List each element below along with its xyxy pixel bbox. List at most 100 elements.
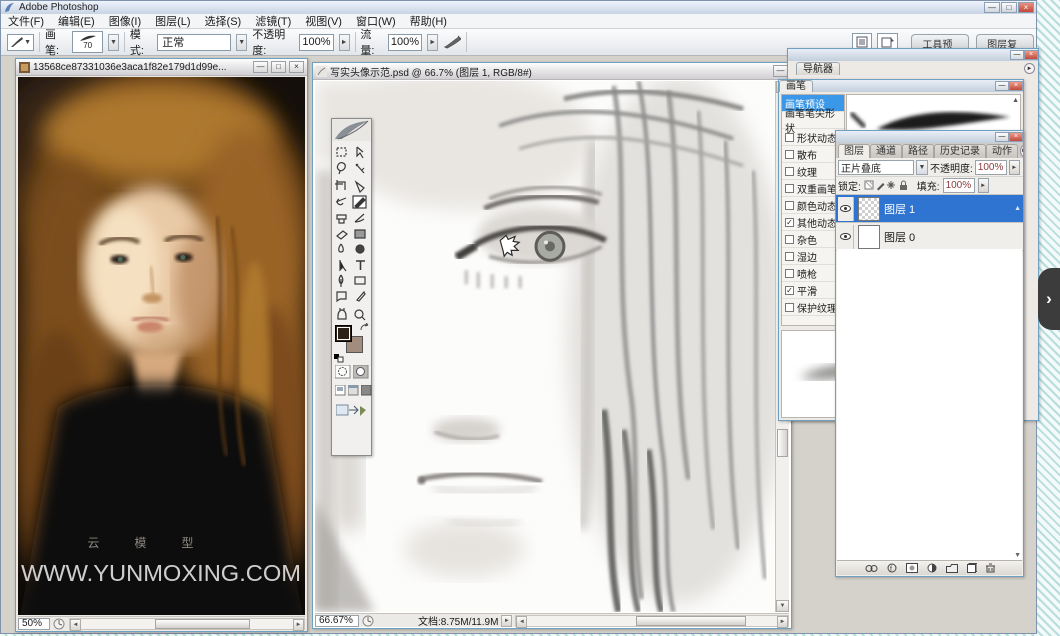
menu-item-file[interactable]: 文件(F) xyxy=(1,13,51,29)
next-chevron-overlay[interactable]: › xyxy=(1038,268,1060,330)
checkbox-icon[interactable] xyxy=(785,167,794,176)
tab-history[interactable]: 历史记录 xyxy=(934,144,986,158)
visibility-cell[interactable] xyxy=(838,225,854,249)
doc-close-icon[interactable]: × xyxy=(289,61,304,73)
checkbox-icon[interactable] xyxy=(785,184,794,193)
layers-titlebar[interactable]: — × xyxy=(836,131,1023,143)
panel-close-icon[interactable]: × xyxy=(1009,132,1023,142)
new-layer-icon[interactable] xyxy=(967,563,977,573)
checkbox-checked-icon[interactable] xyxy=(785,218,794,227)
foreground-color-swatch[interactable] xyxy=(335,325,352,342)
horizontal-scrollbar[interactable]: ◄ ► xyxy=(69,618,305,630)
flow-input[interactable]: 100% xyxy=(388,34,422,51)
standard-mode-icon[interactable] xyxy=(335,365,351,379)
checkbox-icon[interactable] xyxy=(785,269,794,278)
navigator-tab[interactable]: 导航器 xyxy=(796,62,840,75)
doc-minimize-icon[interactable]: — xyxy=(253,61,268,73)
reference-photo-canvas[interactable]: 云 模 型 WWW.YUNMOXING.COM xyxy=(18,77,305,615)
opacity-input[interactable]: 100% xyxy=(299,34,333,51)
imageready-jump-icon[interactable] xyxy=(336,403,368,419)
status-info-icon[interactable] xyxy=(53,618,66,630)
lock-icons[interactable] xyxy=(864,180,908,191)
painting-canvas[interactable] xyxy=(315,81,775,612)
scroll-down-icon[interactable]: ▼ xyxy=(1014,552,1021,559)
quickmask-mode-icon[interactable] xyxy=(353,365,369,379)
brushes-titlebar[interactable]: 画笔 — × xyxy=(779,80,1023,92)
vscroll-thumb[interactable] xyxy=(777,429,788,457)
fullscreen-menubar-icon[interactable] xyxy=(348,385,359,396)
delete-layer-icon[interactable] xyxy=(986,563,995,573)
painting-doc-titlebar[interactable]: 写实头像示范.psd @ 66.7% (图层 1, RGB/8#) — xyxy=(313,63,791,80)
horizontal-scrollbar[interactable]: ◄ ► xyxy=(515,615,789,627)
scroll-up-icon[interactable]: ▲ xyxy=(1014,205,1021,212)
fullscreen-icon[interactable] xyxy=(361,385,372,396)
mode-select-arrow-icon[interactable]: ▼ xyxy=(236,34,247,51)
tab-layers[interactable]: 图层 xyxy=(838,144,870,158)
doc-restore-icon[interactable]: □ xyxy=(271,61,286,73)
menu-item-help[interactable]: 帮助(H) xyxy=(403,13,454,29)
menu-item-view[interactable]: 视图(V) xyxy=(298,13,349,29)
status-menu-arrow-icon[interactable]: ► xyxy=(501,615,512,627)
menu-item-select[interactable]: 选择(S) xyxy=(198,13,249,29)
layer-row-selected[interactable]: 图层 1 ▲ xyxy=(836,195,1023,223)
panel-close-icon[interactable]: × xyxy=(1024,50,1038,60)
swap-colors-icon[interactable] xyxy=(359,323,371,333)
fill-arrow-icon[interactable]: ► xyxy=(978,178,989,193)
panel-menu-icon[interactable]: ► xyxy=(1024,63,1035,74)
checkbox-icon[interactable] xyxy=(785,235,794,244)
zoom-level-field[interactable]: 66.67% xyxy=(315,615,359,627)
brush-setting-row[interactable]: 画笔笔尖形状 xyxy=(782,112,844,129)
zoom-level-field[interactable]: 50% xyxy=(18,618,50,630)
scroll-up-icon[interactable]: ▲ xyxy=(1012,97,1019,104)
layer-row[interactable]: 图层 0 xyxy=(836,223,1023,251)
checkbox-icon[interactable] xyxy=(785,201,794,210)
layer-thumbnail[interactable] xyxy=(858,197,880,221)
visibility-cell[interactable] xyxy=(838,197,854,221)
brush-preview-picker[interactable]: 70 xyxy=(72,31,103,53)
layer-mask-icon[interactable] xyxy=(906,563,918,573)
tab-actions[interactable]: 动作 xyxy=(986,144,1018,158)
standard-screen-icon[interactable] xyxy=(335,385,346,396)
brush-picker-arrow-icon[interactable]: ▼ xyxy=(108,34,119,51)
doc-minimize-icon[interactable]: — xyxy=(773,65,788,77)
checkbox-icon[interactable] xyxy=(785,303,794,312)
brushes-tab[interactable]: 画笔 xyxy=(779,80,813,92)
panel-close-icon[interactable]: × xyxy=(1009,81,1023,91)
menu-item-layer[interactable]: 图层(L) xyxy=(148,13,197,29)
restore-icon[interactable]: □ xyxy=(1001,2,1017,13)
flow-slider-arrow-icon[interactable]: ► xyxy=(427,34,438,51)
blend-mode-select[interactable]: 正常 xyxy=(157,34,231,51)
adjustment-layer-icon[interactable] xyxy=(927,563,937,573)
app-title: Adobe Photoshop xyxy=(19,2,99,13)
minimize-icon[interactable]: — xyxy=(984,2,1000,13)
brush-tool-preset-button[interactable]: ▼ xyxy=(7,34,34,51)
close-icon[interactable]: × xyxy=(1018,2,1034,13)
airbrush-toggle-icon[interactable] xyxy=(443,34,461,50)
panel-menu-icon[interactable]: ► xyxy=(1020,145,1023,157)
layer-thumbnail[interactable] xyxy=(858,225,880,249)
checkbox-icon[interactable] xyxy=(785,150,794,159)
layer-style-icon[interactable]: f xyxy=(887,563,897,573)
link-layers-icon[interactable] xyxy=(865,564,878,573)
opacity-slider-arrow-icon[interactable]: ► xyxy=(339,34,350,51)
layers-panel-window: — × 图层 通道 路径 历史记录 动作 ► 正片叠底 ▼ 不透明度: 100%… xyxy=(835,130,1024,577)
tool-icons-grid[interactable] xyxy=(332,144,371,326)
panel-minimize-icon[interactable]: — xyxy=(1010,50,1024,60)
tab-channels[interactable]: 通道 xyxy=(870,144,902,158)
navigator-titlebar[interactable]: — × xyxy=(788,49,1038,61)
panel-minimize-icon[interactable]: — xyxy=(995,132,1009,142)
opacity-arrow-icon[interactable]: ► xyxy=(1009,160,1020,175)
new-group-icon[interactable] xyxy=(946,564,958,573)
layer-fill-field[interactable]: 100% xyxy=(943,178,975,193)
reference-doc-titlebar[interactable]: 13568ce87331036e3aca1f82e179d1d99e... — … xyxy=(16,59,307,76)
tab-paths[interactable]: 路径 xyxy=(902,144,934,158)
default-colors-icon[interactable] xyxy=(334,354,344,363)
panel-minimize-icon[interactable]: — xyxy=(995,81,1009,91)
layer-blend-mode-select[interactable]: 正片叠底 xyxy=(838,160,914,175)
checkbox-icon[interactable] xyxy=(785,133,794,142)
status-info-icon[interactable] xyxy=(362,615,375,627)
blend-mode-arrow-icon[interactable]: ▼ xyxy=(916,160,928,175)
layer-opacity-field[interactable]: 100% xyxy=(975,160,1007,175)
checkbox-icon[interactable] xyxy=(785,252,794,261)
checkbox-checked-icon[interactable] xyxy=(785,286,794,295)
